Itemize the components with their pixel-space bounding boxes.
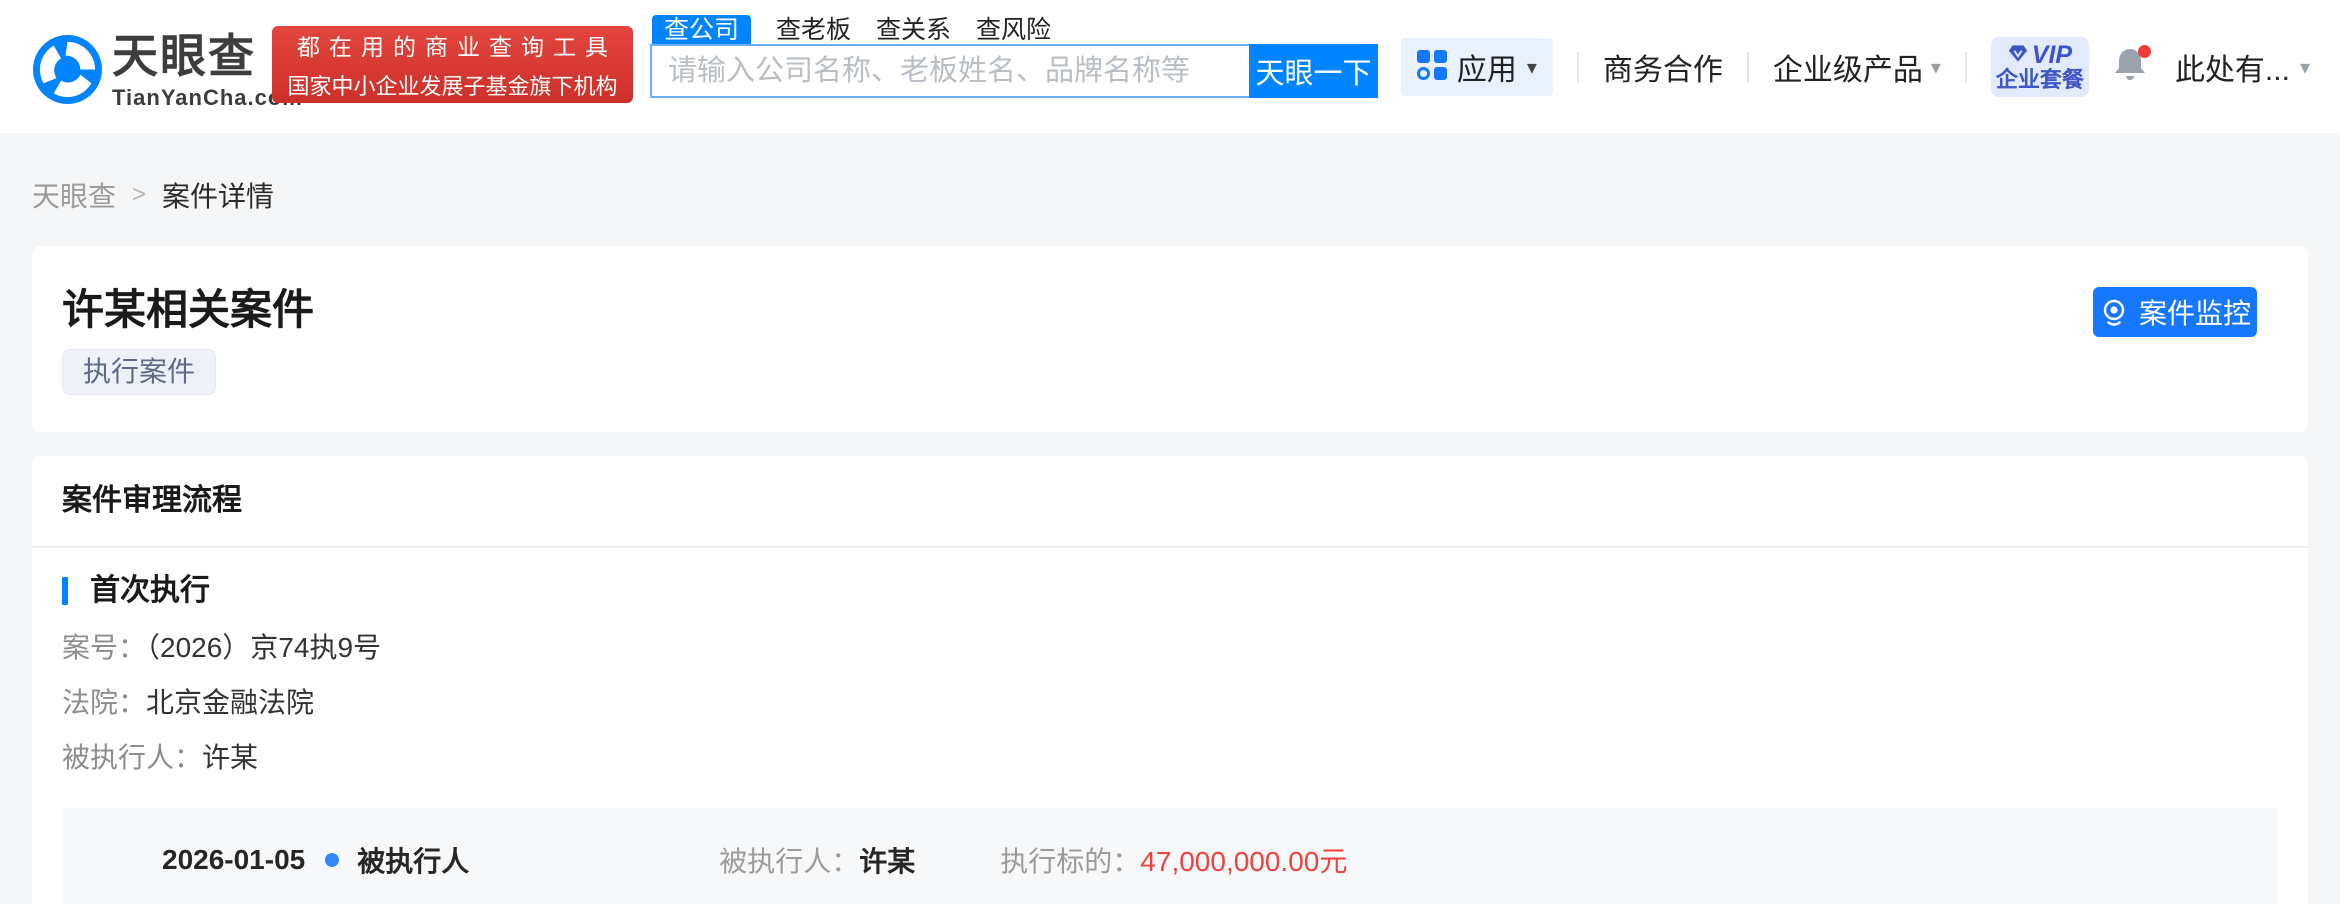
breadcrumb: 天眼查 > 案件详情 <box>0 133 2340 215</box>
vip-label: VIP <box>2032 42 2072 68</box>
nav-enterprise-menu[interactable]: 企业级产品 ▾ <box>1773 45 1941 89</box>
nav-divider <box>1577 52 1579 82</box>
monitor-camera-icon <box>2099 297 2129 327</box>
apps-menu-label: 应用 <box>1457 45 1517 89</box>
search-tab-boss[interactable]: 查老板 <box>776 15 851 45</box>
user-account-menu[interactable]: 此处有... ▾ <box>2175 45 2310 89</box>
vip-package-button[interactable]: VIP 企业套餐 <box>1991 37 2089 97</box>
search-box: 天眼一下 <box>650 44 1378 98</box>
search-tabs: 查公司 查老板 查关系 查风险 <box>652 15 1051 45</box>
search-tab-relation[interactable]: 查关系 <box>876 15 951 45</box>
field-label: 法院： <box>62 687 146 718</box>
top-header: 天眼查 TianYanCha.com 都在用的商业查询工具 国家中小企业发展子基… <box>0 0 2340 133</box>
apps-menu[interactable]: 应用 ▾ <box>1401 38 1553 96</box>
timeline-executee: 被执行人：许某 <box>719 840 915 880</box>
field-value: 许某 <box>202 742 258 773</box>
case-type-tag: 执行案件 <box>62 349 216 395</box>
court-field: 法院：北京金融法院 <box>62 689 2278 717</box>
nav-divider <box>1965 52 1967 82</box>
case-process-card: 案件审理流程 首次执行 案号：（2026）京74执9号 法院：北京金融法院 被执… <box>32 456 2308 904</box>
stage-title-row: 首次执行 <box>62 576 2278 606</box>
field-label: 被执行人： <box>62 742 202 773</box>
timeline-dot-icon <box>325 853 339 867</box>
search-button[interactable]: 天眼一下 <box>1249 44 1378 98</box>
timeline-row: 2026-01-05 被执行人 被执行人：许某 执行标的：47,000,000.… <box>62 808 2278 904</box>
breadcrumb-separator: > <box>132 181 146 209</box>
search-tab-risk[interactable]: 查风险 <box>976 15 1051 45</box>
search-input[interactable] <box>650 44 1249 98</box>
search-tab-company[interactable]: 查公司 <box>652 15 751 45</box>
chevron-down-icon: ▾ <box>1527 55 1537 80</box>
chevron-down-icon: ▾ <box>1931 55 1941 80</box>
stage-title: 首次执行 <box>90 576 210 606</box>
case-summary-card: 许某相关案件 执行案件 案件监控 <box>32 246 2308 432</box>
executee-field: 被执行人：许某 <box>62 744 2278 772</box>
breadcrumb-current: 案件详情 <box>162 175 274 215</box>
promo-banner: 都在用的商业查询工具 国家中小企业发展子基金旗下机构 <box>272 26 633 103</box>
timeline-date: 2026-01-05 <box>162 844 305 876</box>
promo-banner-line2: 国家中小企业发展子基金旗下机构 <box>287 69 617 101</box>
vip-diamond-icon <box>2008 42 2028 68</box>
case-monitor-button[interactable]: 案件监控 <box>2093 287 2257 337</box>
timeline-detail-value: 许某 <box>859 846 915 877</box>
case-process-header: 案件审理流程 <box>32 456 2308 548</box>
user-name: 此处有... <box>2175 45 2290 89</box>
header-nav: 应用 ▾ 商务合作 企业级产品 ▾ VIP 企业套餐 <box>1401 36 2310 98</box>
section-accent-bar <box>62 577 68 605</box>
timeline-detail-label: 被执行人： <box>719 846 859 877</box>
chevron-down-icon: ▾ <box>2300 55 2310 80</box>
nav-divider <box>1747 52 1749 82</box>
case-monitor-button-label: 案件监控 <box>2139 292 2251 332</box>
apps-grid-icon <box>1417 50 1447 85</box>
notification-badge <box>2138 45 2151 58</box>
field-label: 案号： <box>62 632 146 663</box>
nav-enterprise-label: 企业级产品 <box>1773 45 1923 89</box>
page-title: 许某相关案件 <box>62 288 2278 332</box>
notifications-button[interactable] <box>2113 45 2151 89</box>
field-value: （2026）京74执9号 <box>146 632 381 663</box>
case-number-field: 案号：（2026）京74执9号 <box>62 634 2278 662</box>
breadcrumb-home-link[interactable]: 天眼查 <box>32 175 116 215</box>
timeline-event: 被执行人 <box>357 840 469 880</box>
timeline-detail-label: 执行标的： <box>1000 846 1140 877</box>
vip-sub-label: 企业套餐 <box>1996 68 2084 92</box>
field-value: 北京金融法院 <box>146 687 314 718</box>
nav-business-link[interactable]: 商务合作 <box>1603 45 1723 89</box>
promo-banner-line1: 都在用的商业查询工具 <box>288 28 617 62</box>
first-execution-section: 首次执行 案号：（2026）京74执9号 法院：北京金融法院 被执行人：许某 2… <box>32 548 2308 904</box>
tianyancha-logo-icon[interactable] <box>33 35 102 104</box>
timeline-amount-value: 47,000,000.00元 <box>1140 846 1347 877</box>
main-content: 许某相关案件 执行案件 案件监控 案件审理流程 首次执行 案号：（2026）京7… <box>32 246 2308 904</box>
timeline-execution-amount: 执行标的：47,000,000.00元 <box>1000 840 1347 880</box>
